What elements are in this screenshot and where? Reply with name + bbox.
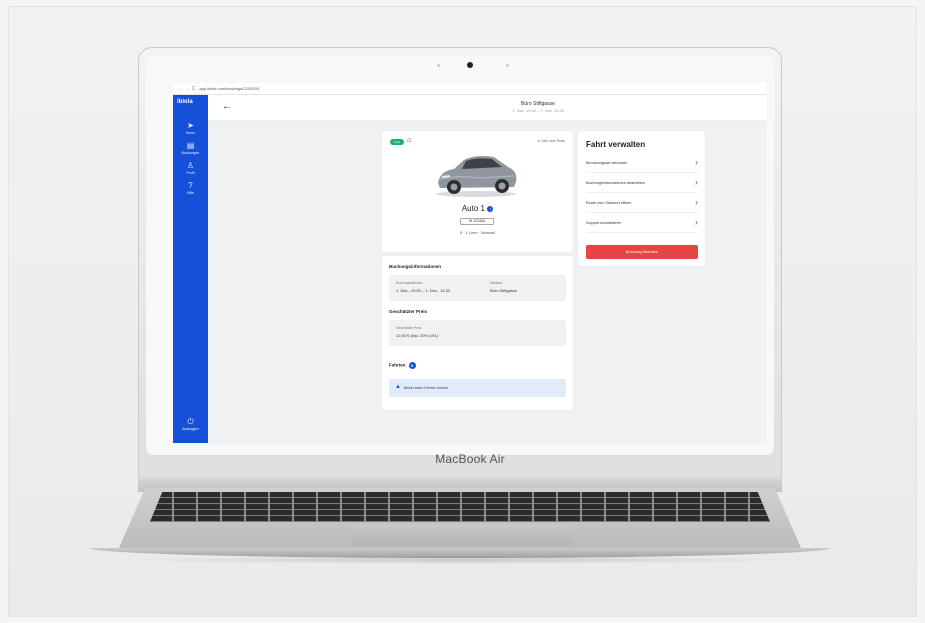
- webcam: [467, 62, 473, 68]
- manage-item-label: Route zum Standort öffnen: [586, 201, 632, 205]
- end-booking-button[interactable]: Buchung beenden: [586, 245, 698, 259]
- chevron-right-icon: ›: [695, 217, 698, 227]
- sidebar-item-help[interactable]: ? Hilfe: [173, 181, 208, 195]
- trackpad: [352, 524, 572, 546]
- app-logo[interactable]: ibiola: [177, 99, 193, 105]
- section-title-booking: Buchungsinformationen: [389, 264, 441, 269]
- power-icon: ⏻: [187, 417, 194, 426]
- sidebar-item-bookings[interactable]: ▤ Buchungen: [173, 141, 208, 155]
- car-image: [436, 156, 517, 197]
- section-title-price: Geschätzter Preis: [389, 309, 428, 314]
- price-label: Geschätzter Preis: [396, 326, 422, 330]
- booking-details-box: Buchungszeitraum 1. Dez., 10:00 – 1. Dez…: [389, 275, 566, 301]
- browser-nav-buttons[interactable]: ← → C: [179, 86, 195, 92]
- sidebar-item-home[interactable]: ➤ Home: [173, 121, 208, 135]
- chevron-right-icon: ›: [695, 177, 698, 187]
- page-header: ← Büro Stiftgasse 1. Dez. 10:00 – 1. Dez…: [208, 95, 766, 121]
- info-icon[interactable]: i: [487, 205, 494, 212]
- sidebar-item-label: Home: [185, 131, 196, 135]
- sidebar-item-label: Ausloggen: [182, 427, 199, 431]
- period-value: 1. Dez., 10:00 – 1. Dez., 11:30: [396, 288, 450, 293]
- license-plate: W 12345A: [460, 218, 494, 225]
- laptop-brand-label: MacBook Air: [435, 452, 505, 466]
- laptop-shadow: [110, 556, 810, 564]
- section-title-rides: Fahrten 0: [389, 362, 416, 369]
- chevron-right-icon: ›: [695, 157, 698, 167]
- navigation-arrow-icon: ➤: [187, 121, 194, 130]
- booking-info-card: Buchungsinformationen Buchungszeitraum 1…: [382, 256, 573, 410]
- price-value: 12,50 € (inkl. 20% USt.): [396, 333, 439, 338]
- manage-ride-card: Fahrt verwalten Benutzungsart wechseln ›…: [578, 131, 705, 266]
- home-icon: ⌂: [407, 137, 412, 144]
- page-title: Büro Stiftgasse: [521, 101, 555, 107]
- back-arrow-icon[interactable]: ←: [222, 101, 232, 112]
- manage-item-change-usage[interactable]: Benutzungsart wechseln ›: [586, 154, 698, 173]
- sensor-dot: [506, 64, 509, 67]
- manage-title: Fahrt verwalten: [586, 140, 646, 149]
- sidebar-item-label: Hilfe: [186, 191, 194, 195]
- manage-item-label: Buchungsinformationen bearbeiten: [586, 181, 645, 185]
- time-remaining: In 15m zum Ende: [537, 139, 565, 143]
- manage-item-label: Support kontaktieren: [586, 221, 622, 225]
- app-screen: ← → C app.ibiola.com/bookings/2200293 ib…: [173, 83, 766, 443]
- period-label: Buchungszeitraum: [396, 281, 423, 285]
- manage-item-support[interactable]: Support kontaktieren ›: [586, 214, 698, 233]
- keyboard-rows: [150, 492, 770, 522]
- browser-url[interactable]: app.ibiola.com/bookings/2200293: [199, 86, 259, 91]
- sidebar: ibiola ➤ Home ▤ Buchungen ♙ Profil ? Hil…: [173, 95, 208, 443]
- help-icon: ?: [188, 181, 193, 190]
- manage-item-label: Benutzungsart wechseln: [586, 161, 628, 165]
- sensor-dot: [437, 64, 440, 67]
- location-value: Büro Stiftgasse: [490, 288, 518, 293]
- warning-icon: ▲: [395, 384, 401, 390]
- chevron-right-icon: ›: [695, 197, 698, 207]
- rides-title: Fahrten: [389, 362, 406, 368]
- sidebar-item-profile[interactable]: ♙ Profil: [173, 161, 208, 175]
- sidebar-item-label: Profil: [186, 171, 195, 175]
- status-badge: Auto: [390, 139, 404, 145]
- rides-notice: ▲ Bisher keine Fahrten erfasst: [389, 379, 566, 397]
- manage-item-edit-booking[interactable]: Buchungsinformationen bearbeiten ›: [586, 174, 698, 193]
- sidebar-item-logout[interactable]: ⏻ Ausloggen: [173, 417, 208, 431]
- manage-item-open-route[interactable]: Route zum Standort öffnen ›: [586, 194, 698, 213]
- car-card: Auto ⌂ In 15m zum Ende Auto 1 i W 12345A…: [382, 131, 573, 252]
- car-name: Auto 1 i: [382, 204, 573, 213]
- car-name-label: Auto 1: [461, 204, 485, 213]
- sidebar-item-label: Buchungen: [181, 151, 200, 155]
- rides-count-badge: 0: [408, 362, 416, 369]
- price-box: Geschätzter Preis 12,50 € (inkl. 20% USt…: [389, 320, 566, 346]
- location-label: Standort: [490, 281, 503, 285]
- car-specs: 5 · 1 Lime · Manuell: [459, 230, 496, 235]
- calendar-icon: ▤: [186, 141, 195, 150]
- browser-address-bar: ← → C app.ibiola.com/bookings/2200293: [173, 83, 766, 95]
- page-subtitle: 1. Dez. 10:00 – 1. Dez. 11:30: [512, 108, 564, 113]
- user-icon: ♙: [186, 161, 195, 170]
- rides-notice-text: Bisher keine Fahrten erfasst: [404, 386, 448, 390]
